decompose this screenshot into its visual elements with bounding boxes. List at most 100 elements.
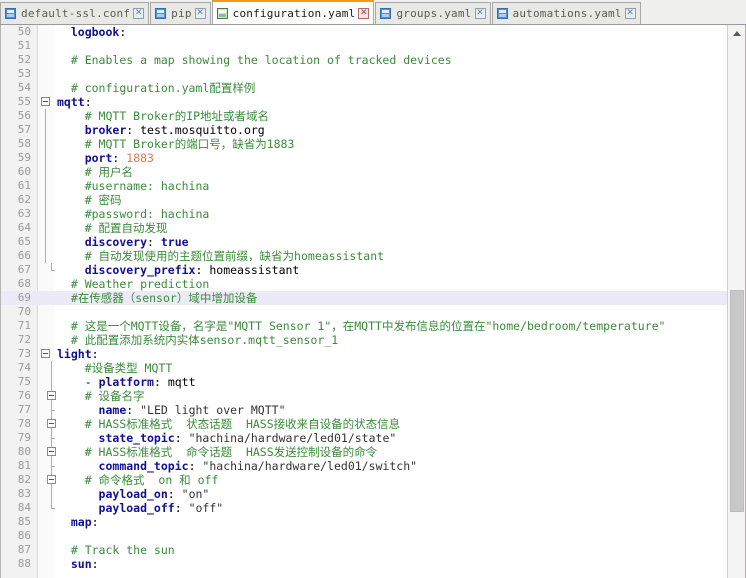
line-number: 81 xyxy=(17,459,31,472)
code-text: sun: xyxy=(70,557,99,571)
code-line[interactable]: 80 # HASS标准格式 命令话题 HASS发送控制设备的命令 xyxy=(1,445,727,459)
code-line[interactable]: 52 # Enables a map showing the location … xyxy=(1,53,727,67)
code-text: # 自动发现使用的主题位置前缀，缺省为homeassistant xyxy=(84,249,385,263)
close-icon[interactable]: ✕ xyxy=(194,8,206,19)
code-line[interactable]: 62 # 密码 xyxy=(1,193,727,207)
file-icon xyxy=(496,8,508,19)
code-line[interactable]: 54 # configuration.yaml配置样例 xyxy=(1,81,727,95)
code-line[interactable]: 53 xyxy=(1,67,727,81)
fold-guide-line xyxy=(45,109,46,123)
code-text: # Enables a map showing the location of … xyxy=(70,53,452,67)
code-text: #password: hachina xyxy=(84,207,210,221)
code-line[interactable]: 63 #password: hachina xyxy=(1,207,727,221)
code-line[interactable]: 76 # 设备名字 xyxy=(1,389,727,403)
fold-guide-line xyxy=(51,487,52,501)
fold-collapse-icon[interactable] xyxy=(47,391,56,400)
code-line[interactable]: 71 # 这是一个MQTT设备，名字是"MQTT Sensor 1"，在MQTT… xyxy=(1,319,727,333)
line-number: 65 xyxy=(17,235,31,248)
code-text: #username: hachina xyxy=(84,179,210,193)
code-text: # Track the sun xyxy=(70,543,175,557)
fold-collapse-icon[interactable] xyxy=(47,447,56,456)
tab-pip[interactable]: pip ✕ xyxy=(150,2,211,24)
tab-default-ssl-conf[interactable]: default-ssl.conf ✕ xyxy=(0,2,150,24)
code-line[interactable]: 83 payload_on: "on" xyxy=(1,487,727,501)
code-line[interactable]: 70 xyxy=(1,305,727,319)
code-line[interactable]: 67 discovery_prefix: homeassistant xyxy=(1,263,727,277)
code-line[interactable]: 87 # Track the sun xyxy=(1,543,727,557)
code-text: command_topic: "hachina/hardware/led01/s… xyxy=(98,459,418,473)
code-line[interactable]: 69 #在传感器（sensor）域中增加设备 xyxy=(1,291,727,305)
code-line[interactable]: 78 # HASS标准格式 状态话题 HASS接收来自设备的状态信息 xyxy=(1,417,727,431)
line-number: 62 xyxy=(17,193,31,206)
code-line[interactable]: 59 port: 1883 xyxy=(1,151,727,165)
file-icon xyxy=(155,8,167,19)
code-text: port: 1883 xyxy=(84,151,154,165)
close-icon[interactable]: ✕ xyxy=(474,8,486,19)
code-text: #在传感器（sensor）域中增加设备 xyxy=(70,291,258,305)
line-number: 84 xyxy=(17,501,31,514)
tab-label: groups.yaml xyxy=(396,7,472,20)
tab-automations-yaml[interactable]: automations.yaml ✕ xyxy=(491,2,641,24)
code-line[interactable]: 85 map: xyxy=(1,515,727,529)
line-number: 83 xyxy=(17,487,31,500)
fold-collapse-icon[interactable] xyxy=(41,97,50,106)
close-icon[interactable]: ✕ xyxy=(624,8,636,19)
code-text: # MQTT Broker的端口号，缺省为1883 xyxy=(84,137,295,151)
fold-guide-line xyxy=(45,165,46,179)
vertical-scrollbar[interactable] xyxy=(727,25,746,578)
fold-guide-line xyxy=(45,207,46,221)
code-line[interactable]: 60 # 用户名 xyxy=(1,165,727,179)
code-line[interactable]: 72 # 此配置添加系统内实体sensor.mqtt_sensor_1 xyxy=(1,333,727,347)
code-line[interactable]: 75 - platform: mqtt xyxy=(1,375,727,389)
line-number: 54 xyxy=(17,81,31,94)
line-number: 78 xyxy=(17,417,31,430)
code-text: # HASS标准格式 命令话题 HASS发送控制设备的命令 xyxy=(84,445,378,459)
line-number: 67 xyxy=(17,263,31,276)
code-line[interactable]: 73 light: xyxy=(1,347,727,361)
code-text: map: xyxy=(70,515,99,529)
fold-guide-line xyxy=(45,179,46,193)
code-text: # 设备名字 xyxy=(84,389,145,403)
tab-configuration-yaml[interactable]: configuration.yaml ✕ xyxy=(211,0,375,24)
code-line[interactable]: 56 # MQTT Broker的IP地址或者域名 xyxy=(1,109,727,123)
code-line[interactable]: 82 # 命令格式 on 和 off xyxy=(1,473,727,487)
line-number: 66 xyxy=(17,249,31,262)
code-line[interactable]: 50 logbook: xyxy=(1,25,727,39)
fold-collapse-icon[interactable] xyxy=(41,349,50,358)
line-number: 74 xyxy=(17,361,31,374)
code-lines[interactable]: 50 logbook: 51 52 # Enables a map showing … xyxy=(1,25,727,578)
code-line[interactable]: 68 # Weather prediction xyxy=(1,277,727,291)
code-text: payload_off: "off" xyxy=(98,501,224,515)
line-number: 52 xyxy=(17,53,31,66)
scrollbar-thumb[interactable] xyxy=(730,290,744,512)
fold-collapse-icon[interactable] xyxy=(47,419,56,428)
code-line[interactable]: 86 xyxy=(1,529,727,543)
code-line[interactable]: 58 # MQTT Broker的端口号，缺省为1883 xyxy=(1,137,727,151)
tab-groups-yaml[interactable]: groups.yaml ✕ xyxy=(375,2,491,24)
code-area[interactable]: 50 logbook: 51 52 # Enables a map showing … xyxy=(1,25,727,578)
code-line[interactable]: 64 # 配置自动发现 xyxy=(1,221,727,235)
line-number: 76 xyxy=(17,389,31,402)
code-text: #设备类型 MQTT xyxy=(84,361,173,375)
code-line[interactable]: 77 name: "LED light over MQTT" xyxy=(1,403,727,417)
line-number: 56 xyxy=(17,109,31,122)
close-icon[interactable]: ✕ xyxy=(133,8,145,19)
scroll-up-button[interactable] xyxy=(728,25,746,42)
code-text: # MQTT Broker的IP地址或者域名 xyxy=(84,109,270,123)
code-line[interactable]: 81 command_topic: "hachina/hardware/led0… xyxy=(1,459,727,473)
line-number: 50 xyxy=(17,25,31,38)
code-line[interactable]: 84 payload_off: "off" xyxy=(1,501,727,515)
code-line[interactable]: 74 #设备类型 MQTT xyxy=(1,361,727,375)
code-line[interactable]: 51 xyxy=(1,39,727,53)
close-icon[interactable]: ✕ xyxy=(358,7,370,19)
code-line[interactable]: 65 discovery: true xyxy=(1,235,727,249)
code-line[interactable]: 61 #username: hachina xyxy=(1,179,727,193)
chevron-up-icon xyxy=(733,31,741,36)
code-line[interactable]: 79 state_topic: "hachina/hardware/led01/… xyxy=(1,431,727,445)
code-line[interactable]: 66 # 自动发现使用的主题位置前缀，缺省为homeassistant xyxy=(1,249,727,263)
code-line[interactable]: 57 broker: test.mosquitto.org xyxy=(1,123,727,137)
line-number: 87 xyxy=(17,543,31,556)
code-line[interactable]: 88 sun: xyxy=(1,557,727,571)
code-line[interactable]: 55 mqtt: xyxy=(1,95,727,109)
fold-collapse-icon[interactable] xyxy=(47,475,56,484)
